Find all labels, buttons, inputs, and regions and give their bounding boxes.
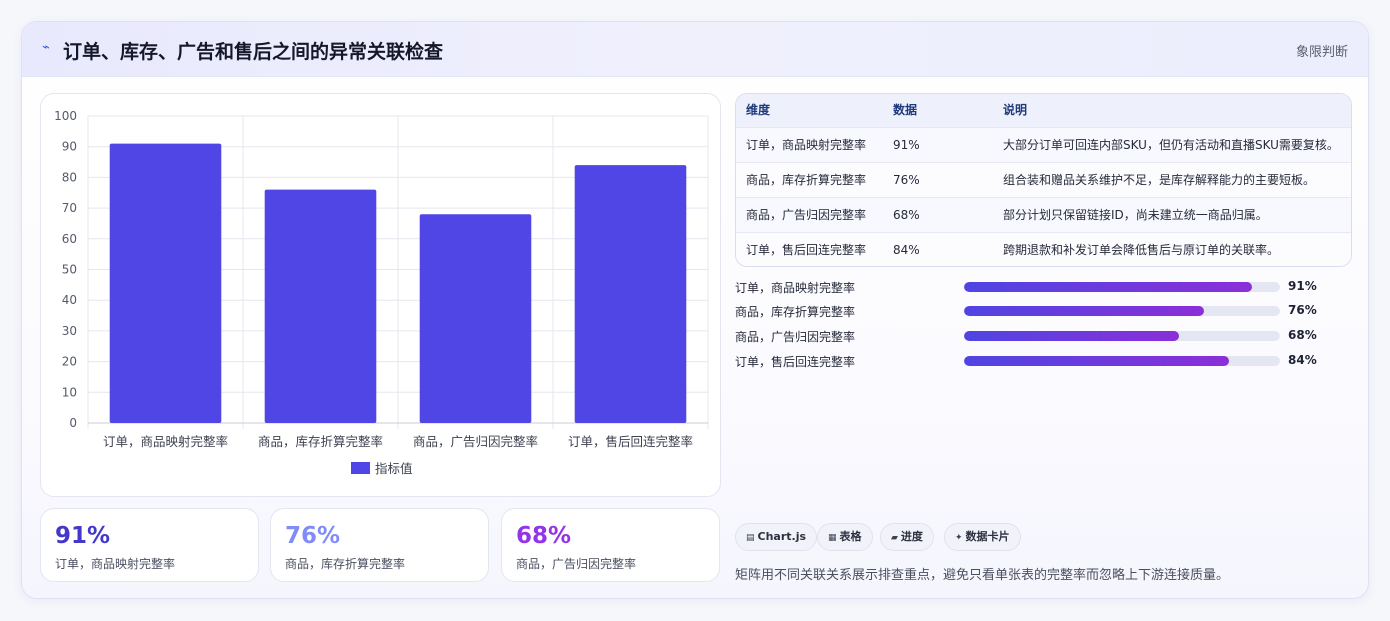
progress-fill (964, 356, 1230, 366)
chip-label: Chart.js (757, 530, 807, 543)
dashboard-card: ⌁ 订单、库存、广告和售后之间的异常关联检查 象限判断 0 10 20 30 40 50 6… (21, 21, 1369, 599)
table-cell: 订单，售后回连完整率 (746, 243, 867, 257)
chart-icon: ▤ (746, 533, 755, 543)
chip-chartjs[interactable]: ▤ Chart.js (735, 523, 818, 551)
progress-value: 84% (1288, 353, 1317, 367)
table-cell: 组合装和赠品关系维护不足，是库存解释能力的主要短板。 (1003, 173, 1316, 187)
sparkle-icon: ✦ (955, 533, 963, 543)
x-tick-label: 商品，广告归因完整率 (413, 434, 538, 449)
kpi-label: 订单，商品映射完整率 (55, 557, 176, 571)
table-header-cell: 说明 (1003, 103, 1028, 117)
table-cell: 76% (893, 173, 920, 187)
progress-track (964, 306, 1280, 316)
progress-list: 订单，商品映射完整率 91% 商品，库存折算完整率 76% 商品，广告归因完整率… (735, 277, 1352, 377)
bar-chart: 0 10 20 30 40 50 60 70 80 90 100 订单，商品映射完整率 商品，库存折算完… (40, 93, 721, 497)
kpi-value: 91% (55, 523, 111, 549)
chip-progress[interactable]: ▰ 进度 (880, 523, 934, 551)
table-row: 商品，广告归因完整率 68% 部分计划只保留链接ID，尚未建立统一商品归属。 (736, 197, 1351, 232)
kpi-label: 商品，广告归因完整率 (516, 557, 637, 571)
table-cell: 商品，库存折算完整率 (746, 173, 867, 187)
table-cell: 大部分订单可回连内部SKU，但仍有活动和直播SKU需要复核。 (1003, 138, 1339, 152)
footer-note: 矩阵用不同关联关系展示排查重点，避免只看单张表的完整率而忽略上下游连接质量。 (735, 568, 1230, 583)
progress-row: 订单，商品映射完整率 91% (735, 277, 1352, 297)
metrics-table: 维度 数据 说明 订单，商品映射完整率 91% 大部分订单可回连内部SKU，但仍… (735, 93, 1352, 267)
table-cell: 84% (893, 243, 920, 257)
x-tick-label: 订单，商品映射完整率 (103, 434, 228, 449)
y-tick-label: 40 (62, 293, 77, 307)
chip-table[interactable]: ▦ 表格 (817, 523, 873, 551)
progress-fill (964, 282, 1252, 292)
progress-icon: ▰ (891, 533, 898, 543)
progress-track (964, 356, 1280, 366)
table-header-cell: 数据 (893, 103, 918, 117)
table-header-cell: 维度 (746, 103, 771, 117)
y-tick-label: 10 (62, 385, 77, 399)
pulse-icon: ⌁ (42, 40, 50, 55)
bar (264, 189, 377, 423)
chip-data-card[interactable]: ✦ 数据卡片 (944, 523, 1021, 551)
bar (419, 214, 532, 423)
kpi-card-1: 91% 订单，商品映射完整率 (40, 508, 259, 582)
chip-label: 进度 (900, 530, 923, 543)
table-row: 订单，商品映射完整率 91% 大部分订单可回连内部SKU，但仍有活动和直播SKU… (736, 127, 1351, 162)
progress-row: 商品，广告归因完整率 68% (735, 326, 1352, 346)
kpi-label: 商品，库存折算完整率 (285, 557, 406, 571)
bar (109, 143, 222, 423)
y-tick-label: 80 (62, 170, 77, 184)
y-tick-label: 100 (54, 109, 77, 123)
progress-label: 订单，商品映射完整率 (735, 281, 856, 295)
y-tick-label: 0 (69, 416, 77, 430)
y-tick-label: 50 (62, 263, 77, 277)
chip-label: 表格 (839, 530, 862, 543)
progress-track (964, 282, 1280, 292)
table-icon: ▦ (828, 533, 837, 543)
progress-label: 商品，广告归因完整率 (735, 330, 856, 344)
y-tick-label: 30 (62, 324, 77, 338)
y-tick-label: 20 (62, 355, 77, 369)
progress-row: 商品，库存折算完整率 76% (735, 301, 1352, 321)
progress-fill (964, 306, 1205, 316)
progress-label: 商品，库存折算完整率 (735, 305, 856, 319)
table-cell: 91% (893, 138, 920, 152)
progress-fill (964, 331, 1179, 341)
progress-value: 68% (1288, 328, 1317, 342)
table-row: 商品，库存折算完整率 76% 组合装和赠品关系维护不足，是库存解释能力的主要短板… (736, 162, 1351, 197)
kpi-card-2: 76% 商品，库存折算完整率 (270, 508, 489, 582)
y-tick-label: 60 (62, 232, 77, 246)
card-header: ⌁ 订单、库存、广告和售后之间的异常关联检查 象限判断 (22, 22, 1368, 77)
legend-label: 指标值 (375, 461, 413, 476)
y-tick-label: 70 (62, 201, 77, 215)
progress-value: 76% (1288, 303, 1317, 317)
kpi-value: 68% (516, 523, 572, 549)
chip-label: 数据卡片 (965, 530, 1010, 543)
progress-track (964, 331, 1280, 341)
bar-chart-svg: 0 10 20 30 40 50 60 70 80 90 100 订单，商品映射完整率 商品，库存折算完… (54, 109, 709, 476)
table-cell: 订单，商品映射完整率 (746, 138, 867, 152)
kpi-value: 76% (285, 523, 341, 549)
page-title: 订单、库存、广告和售后之间的异常关联检查 (63, 41, 444, 63)
bar (574, 165, 687, 423)
table-cell: 68% (893, 208, 920, 222)
table-row: 订单，售后回连完整率 84% 跨期退款和补发订单会降低售后与原订单的关联率。 (736, 232, 1351, 266)
table-cell: 商品，广告归因完整率 (746, 208, 867, 222)
table-cell: 跨期退款和补发订单会降低售后与原订单的关联率。 (1003, 243, 1280, 257)
progress-row: 订单，售后回连完整率 84% (735, 351, 1352, 371)
table-cell: 部分计划只保留链接ID，尚未建立统一商品归属。 (1003, 208, 1268, 222)
legend-swatch (351, 462, 370, 474)
x-tick-label: 订单，售后回连完整率 (568, 434, 693, 449)
progress-value: 91% (1288, 279, 1317, 293)
y-tick-label: 90 (62, 140, 77, 154)
kpi-card-3: 68% 商品，广告归因完整率 (501, 508, 720, 582)
progress-label: 订单，售后回连完整率 (735, 355, 856, 369)
table-header-row: 维度 数据 说明 (736, 94, 1351, 127)
x-tick-label: 商品，库存折算完整率 (258, 434, 383, 449)
header-tag: 象限判断 (1295, 45, 1348, 60)
